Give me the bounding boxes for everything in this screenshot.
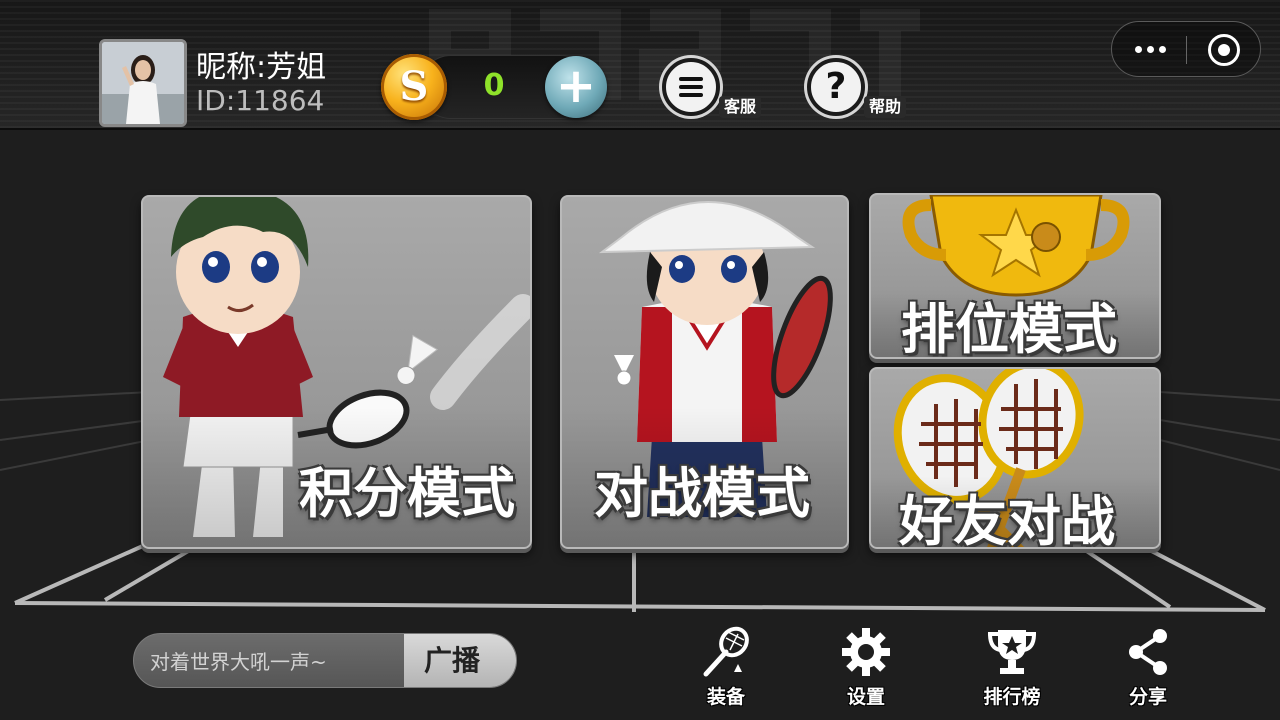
- score-mode-title: 积分模式: [299, 462, 515, 525]
- racket-icon: [703, 626, 749, 677]
- customer-service-icon: [679, 77, 703, 97]
- friend-battle-title: 好友对战: [899, 490, 1115, 549]
- broadcast-input[interactable]: [134, 634, 420, 687]
- nav-share-button[interactable]: 分享: [1103, 626, 1193, 710]
- customer-service-button[interactable]: [662, 58, 720, 116]
- battle-mode-title: 对战模式: [594, 462, 810, 525]
- customer-service-label[interactable]: 客服: [719, 96, 762, 118]
- rank-mode-card[interactable]: 排位模式: [869, 193, 1161, 359]
- user-id: ID:11864: [196, 84, 325, 117]
- help-button[interactable]: ?: [807, 58, 865, 116]
- add-coin-button[interactable]: +: [545, 56, 607, 118]
- nav-settings-label: 设置: [846, 686, 885, 708]
- nav-settings-button[interactable]: 设置: [821, 626, 911, 710]
- share-icon: [1129, 629, 1167, 675]
- mini-program-capsule: [1111, 21, 1261, 77]
- top-bar: [0, 0, 1280, 130]
- trophy-icon: [988, 630, 1036, 674]
- capsule-divider: [1186, 36, 1187, 64]
- broadcast-bar: 广播: [133, 633, 517, 688]
- rank-mode-title: 排位模式: [901, 298, 1117, 359]
- nav-leaderboard-label: 排行榜: [983, 686, 1041, 708]
- battle-mode-card[interactable]: 对战模式: [560, 195, 849, 549]
- friend-battle-card[interactable]: 好友对战: [869, 367, 1161, 549]
- close-icon[interactable]: [1208, 34, 1240, 66]
- score-mode-card[interactable]: 积分模式: [141, 195, 532, 549]
- coin-icon: S: [381, 54, 447, 120]
- coin-count: 0: [483, 68, 505, 103]
- more-icon[interactable]: [1126, 34, 1174, 64]
- nav-equipment-button[interactable]: 装备: [681, 626, 771, 710]
- broadcast-button[interactable]: 广播: [404, 634, 516, 687]
- nav-leaderboard-button[interactable]: 排行榜: [967, 626, 1057, 710]
- nav-equipment-label: 装备: [706, 686, 745, 708]
- help-icon: ?: [825, 66, 847, 107]
- nickname: 昵称:芳姐: [196, 50, 327, 85]
- nav-share-label: 分享: [1128, 686, 1167, 708]
- help-label[interactable]: 帮助: [864, 96, 907, 118]
- user-avatar[interactable]: [99, 39, 187, 127]
- gear-icon: [842, 628, 890, 676]
